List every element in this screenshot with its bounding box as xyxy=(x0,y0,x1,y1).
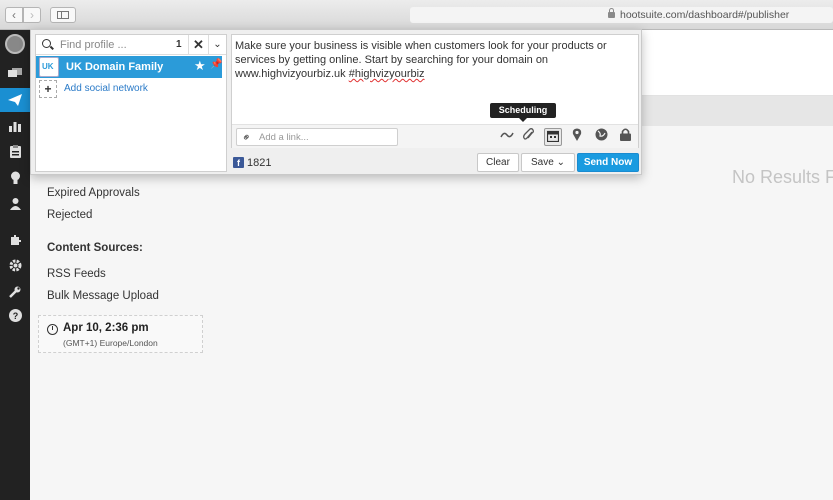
facebook-icon: f xyxy=(233,157,244,168)
plus-icon: + xyxy=(39,80,57,98)
streams-icon[interactable] xyxy=(0,62,30,86)
profile-avatar xyxy=(39,57,59,77)
forward-button[interactable]: › xyxy=(23,7,41,23)
lock-icon xyxy=(608,8,615,18)
composer-footer: f 1821 Clear Save ⌄ Send Now xyxy=(231,152,639,174)
profile-name: UK Domain Family xyxy=(66,61,164,73)
url-text: hootsuite.com/dashboard#/publisher xyxy=(620,9,790,21)
tools-icon[interactable] xyxy=(0,280,30,304)
pin-icon[interactable]: 📌 xyxy=(210,59,222,70)
clear-profiles-button[interactable]: ✕ xyxy=(188,35,208,55)
profile-search-row: 1 ✕ ⌄ xyxy=(36,35,226,55)
message-hashtag: #highvizyourbiz xyxy=(348,68,425,80)
avatar[interactable] xyxy=(5,34,25,54)
clear-button[interactable]: Clear xyxy=(477,153,519,172)
add-link-field[interactable]: ⚭ xyxy=(236,128,398,146)
scheduling-tooltip: Scheduling xyxy=(490,103,556,122)
selected-profile-count: 1 xyxy=(176,39,182,50)
browser-toolbar: ‹ › hootsuite.com/dashboard#/publisher xyxy=(0,0,833,30)
message-editor[interactable]: Make sure your business is visible when … xyxy=(231,34,639,148)
chevron-down-icon: ⌄ xyxy=(556,157,565,168)
location-icon[interactable] xyxy=(568,128,586,146)
content-sources-heading: Content Sources: xyxy=(47,242,143,254)
character-count: 1821 xyxy=(247,157,272,169)
globe-icon[interactable] xyxy=(592,128,610,146)
attach-icon[interactable] xyxy=(520,128,538,146)
privacy-lock-icon[interactable] xyxy=(616,128,634,146)
composer-toolbar: ⚭ xyxy=(232,124,638,148)
analytics-icon[interactable] xyxy=(0,114,30,138)
scheduling-icon[interactable] xyxy=(544,128,562,146)
contacts-icon[interactable] xyxy=(0,192,30,216)
save-button[interactable]: Save ⌄ xyxy=(521,153,575,172)
main-content xyxy=(30,126,833,500)
publisher-icon[interactable] xyxy=(0,88,30,112)
message-composer: 1 ✕ ⌄ UK Domain Family ★ 📌 + Add social … xyxy=(30,29,642,175)
add-social-network[interactable]: + Add social network xyxy=(36,80,222,98)
send-now-button[interactable]: Send Now xyxy=(577,153,639,172)
profile-item[interactable]: UK Domain Family ★ 📌 xyxy=(36,56,222,78)
settings-icon[interactable] xyxy=(0,254,30,278)
add-social-network-link[interactable]: Add social network xyxy=(64,83,148,94)
assignments-icon[interactable] xyxy=(0,140,30,164)
campaigns-icon[interactable] xyxy=(0,166,30,190)
nav-rejected[interactable]: Rejected xyxy=(47,209,92,221)
svg-text:?: ? xyxy=(12,311,18,321)
apps-icon[interactable] xyxy=(0,228,30,252)
nav-rss-feeds[interactable]: RSS Feeds xyxy=(47,268,106,280)
message-text[interactable]: Make sure your business is visible when … xyxy=(235,39,635,81)
app-sidebar: ? xyxy=(0,30,30,500)
no-results-message: No Results F xyxy=(732,167,833,187)
profile-search-input[interactable] xyxy=(60,37,175,53)
schedule-time: Apr 10, 2:36 pm xyxy=(63,322,149,334)
address-bar[interactable]: hootsuite.com/dashboard#/publisher xyxy=(410,7,833,23)
schedule-time-box[interactable]: Apr 10, 2:36 pm (GMT+1) Europe/London xyxy=(38,315,203,353)
link-icon: ⚭ xyxy=(239,130,255,146)
help-icon[interactable]: ? xyxy=(0,304,30,328)
schedule-timezone: (GMT+1) Europe/London xyxy=(63,338,158,348)
back-button[interactable]: ‹ xyxy=(5,7,23,23)
expand-profiles-button[interactable]: ⌄ xyxy=(208,35,226,55)
nav-expired-approvals[interactable]: Expired Approvals xyxy=(47,187,140,199)
save-label: Save xyxy=(531,157,554,168)
star-icon[interactable]: ★ xyxy=(194,58,206,74)
wave-icon[interactable] xyxy=(498,128,516,146)
add-link-input[interactable] xyxy=(259,130,394,144)
search-icon xyxy=(42,39,51,48)
clock-icon xyxy=(47,324,58,335)
sidebar-icon xyxy=(57,11,69,19)
profile-selector: 1 ✕ ⌄ UK Domain Family ★ 📌 + Add social … xyxy=(35,34,227,172)
nav-bulk-message-upload[interactable]: Bulk Message Upload xyxy=(47,290,159,302)
sidebar-toggle-button[interactable] xyxy=(50,7,76,23)
